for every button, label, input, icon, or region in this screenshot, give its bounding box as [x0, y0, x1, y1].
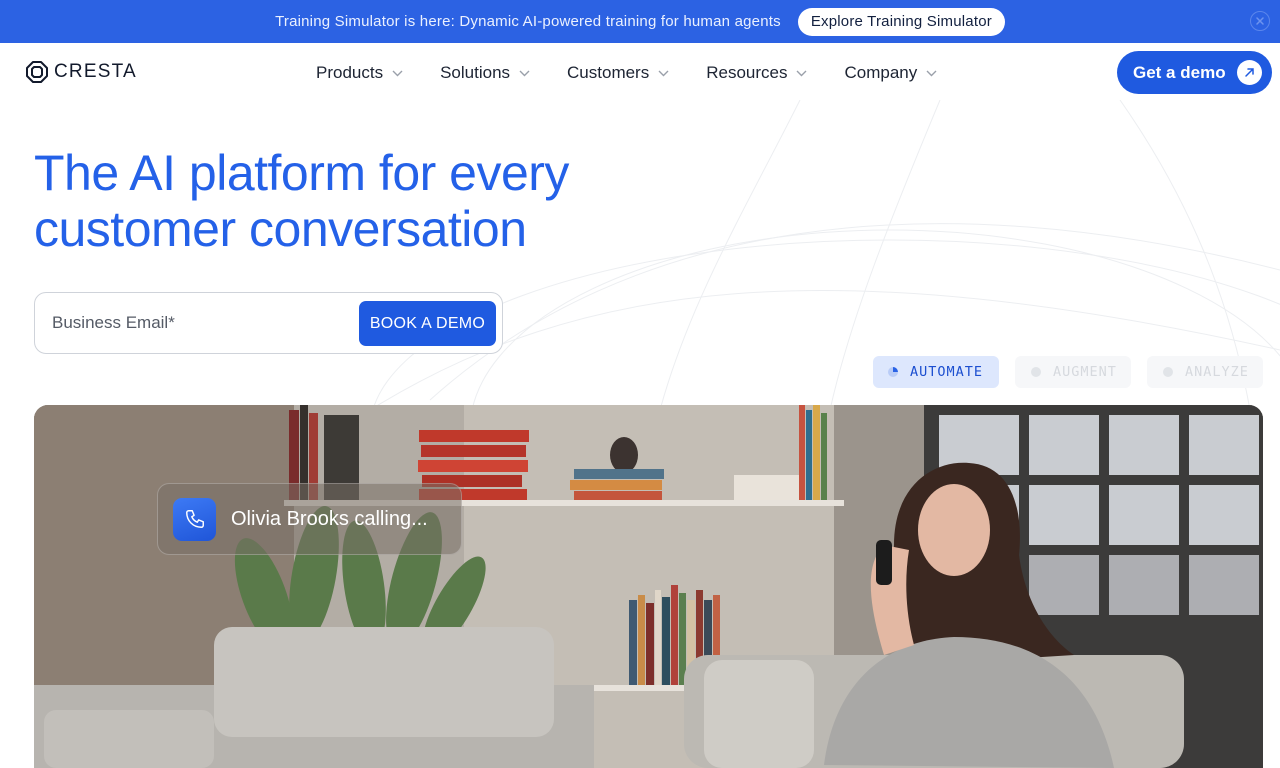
hero-photo-scene [34, 405, 1263, 768]
nav-item-resources[interactable]: Resources [706, 63, 807, 83]
chevron-down-icon [926, 70, 937, 76]
nav-item-solutions[interactable]: Solutions [440, 63, 530, 83]
nav-item-label: Company [844, 63, 918, 82]
mode-pill-label: AUGMENT [1053, 364, 1117, 380]
nav-item-products[interactable]: Products [316, 63, 403, 83]
close-icon[interactable] [1250, 11, 1270, 31]
arrow-up-right-icon [1237, 60, 1262, 85]
incoming-call-card: Olivia Brooks calling... [157, 483, 462, 555]
book-a-demo-button[interactable]: BOOK A DEMO [359, 301, 496, 346]
dot-icon [1163, 367, 1173, 377]
main-nav: CRESTA Products Solutions Customers Reso… [0, 43, 1280, 103]
call-text: Olivia Brooks calling... [231, 507, 428, 530]
mode-pill-label: AUTOMATE [910, 364, 984, 380]
nav-item-label: Resources [706, 63, 788, 82]
progress-dot-icon [888, 367, 898, 377]
mode-pill-automate[interactable]: AUTOMATE [873, 356, 999, 388]
cresta-logo[interactable]: CRESTA [25, 60, 137, 84]
nav-item-customers[interactable]: Customers [567, 63, 669, 83]
explore-training-simulator-button[interactable]: Explore Training Simulator [797, 7, 1005, 36]
hero-title-line-2: customer conversation [34, 201, 527, 257]
get-a-demo-button[interactable]: Get a demo [1117, 51, 1272, 94]
announcement-bar: Training Simulator is here: Dynamic AI-p… [0, 0, 1280, 43]
dot-icon [1031, 367, 1041, 377]
hero-title: The AI platform for every customer conve… [34, 145, 674, 257]
chevron-down-icon [796, 70, 807, 76]
chevron-down-icon [392, 70, 403, 76]
nav-item-label: Products [316, 63, 384, 82]
nav-menu: Products Solutions Customers Resources C… [316, 43, 974, 103]
phone-icon [173, 497, 216, 541]
nav-item-company[interactable]: Company [844, 63, 937, 83]
get-a-demo-label: Get a demo [1133, 62, 1226, 82]
logo-text: CRESTA [54, 61, 137, 82]
mode-pill-augment[interactable]: AUGMENT [1015, 356, 1131, 388]
mode-pill-label: ANALYZE [1185, 364, 1249, 380]
hero-video[interactable]: Olivia Brooks calling... [34, 405, 1263, 768]
chevron-down-icon [658, 70, 669, 76]
announcement-text: Training Simulator is here: Dynamic AI-p… [275, 13, 781, 30]
business-email-input[interactable] [52, 307, 352, 339]
book-demo-form: BOOK A DEMO [34, 292, 503, 354]
hero-title-line-1: The AI platform for every [34, 145, 569, 201]
nav-item-label: Customers [567, 63, 650, 82]
mode-pill-analyze[interactable]: ANALYZE [1147, 356, 1263, 388]
chevron-down-icon [519, 70, 530, 76]
cresta-logo-icon [26, 61, 48, 83]
nav-item-label: Solutions [440, 63, 511, 82]
